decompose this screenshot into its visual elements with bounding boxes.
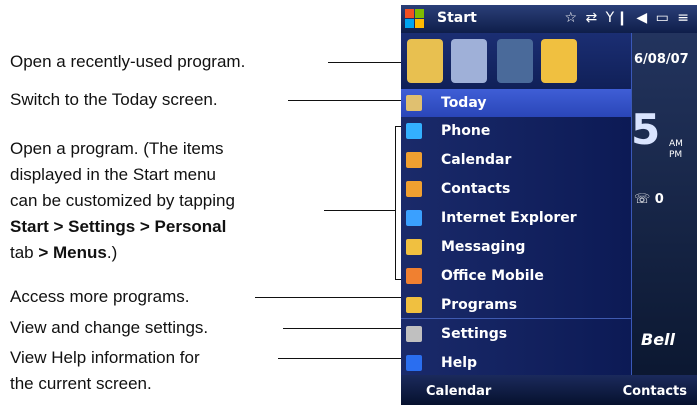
phone-icon [406,123,422,139]
menu-item-label: Messaging [441,239,526,255]
annotation-help-line2: the current screen. [10,374,152,393]
annotation-settings: View and change settings. [10,318,209,337]
annotation-open-line5: tab > Menus.) [10,241,117,265]
menu-item-label: Office Mobile [441,268,544,284]
office-icon [406,268,422,284]
annotation-open-line3: can be customized by tapping [10,191,235,210]
annotation-open-line2: displayed in the Start menu [10,165,217,184]
brand-logo: Bell [641,330,676,349]
annotation-today: Switch to the Today screen. [10,90,218,109]
start-windows-icon[interactable] [405,9,425,29]
recent-calendar-icon[interactable] [451,39,487,83]
annotation-open-bold-path: Start > Settings > Personal [10,217,227,236]
leader-line-more [255,297,403,298]
menu-separator [401,318,631,319]
annotation-open-tab: tab [10,243,34,262]
menu-item-label: Help [441,355,478,371]
contacts-icon [406,181,422,197]
softkey-left[interactable]: Calendar [426,384,491,399]
recent-notes-icon[interactable] [541,39,577,83]
folder-icon [406,297,422,313]
menu-item-help[interactable]: Help [401,349,631,377]
leader-line-recent [328,62,403,63]
menu-item-programs[interactable]: Programs [401,291,631,319]
annotation-help-line1: View Help information for [10,348,200,367]
menu-item-messaging[interactable]: Messaging [401,233,631,261]
annotation-more: Access more programs. [10,287,190,306]
annotation-open-line4: Start > Settings > Personal [10,215,226,239]
calendar-icon [406,152,422,168]
menu-item-phone[interactable]: Phone [401,117,631,145]
annotation-open-line1: Open a program. (The items [10,139,224,158]
menu-item-label: Today [441,95,487,111]
today-date: 6/08/07 [634,52,689,67]
start-menu: Today Phone Calendar Contacts Internet Explo… [401,33,632,385]
softkey-bar: Calendar Contacts [401,375,697,405]
today-clock-digit: 5 [631,105,661,154]
menu-item-settings[interactable]: Settings [401,320,631,348]
pm-label: PM [669,150,683,160]
home-icon [406,95,422,111]
recent-explorer-icon[interactable] [407,39,443,83]
missed-calls-count: 0 [654,192,664,207]
help-icon [406,355,422,371]
leader-line-help [278,358,403,359]
recent-programs-bar [401,33,631,89]
recent-phone-icon[interactable] [497,39,533,83]
softkey-right[interactable]: Contacts [623,384,687,399]
menu-item-today[interactable]: Today [401,89,631,117]
menu-item-label: Calendar [441,152,512,168]
envelope-icon [406,239,422,255]
menu-item-label: Settings [441,326,508,342]
annotation-open-menus: > Menus [38,243,107,262]
menu-item-contacts[interactable]: Contacts [401,175,631,203]
leader-line-today [288,100,403,101]
annotation-open-end: .) [106,243,118,262]
leader-line-open [324,210,395,211]
settings-icon [406,326,422,342]
status-icons[interactable]: ☆ ⇄ Y❙ ◀ ▭ ≡ [564,10,691,26]
menu-item-label: Phone [441,123,491,139]
menu-item-calendar[interactable]: Calendar [401,146,631,174]
missed-calls: ☏ 0 [634,192,664,207]
title-bar: Start ☆ ⇄ Y❙ ◀ ▭ ≡ [401,5,697,33]
ie-icon [406,210,422,226]
menu-item-label: Programs [441,297,518,313]
title-text[interactable]: Start [437,10,477,26]
menu-item-internet-explorer[interactable]: Internet Explorer [401,204,631,232]
menu-item-label: Internet Explorer [441,210,577,226]
today-ampm: AM PM [669,139,683,161]
phone-screen: 6/08/07 5 AM PM ☏ 0 Bell Start ☆ ⇄ Y❙ ◀ ▭… [401,5,697,405]
am-label: AM [669,139,683,149]
menu-item-office-mobile[interactable]: Office Mobile [401,262,631,290]
leader-line-settings [283,328,403,329]
annotation-recent: Open a recently-used program. [10,52,246,71]
menu-item-label: Contacts [441,181,511,197]
